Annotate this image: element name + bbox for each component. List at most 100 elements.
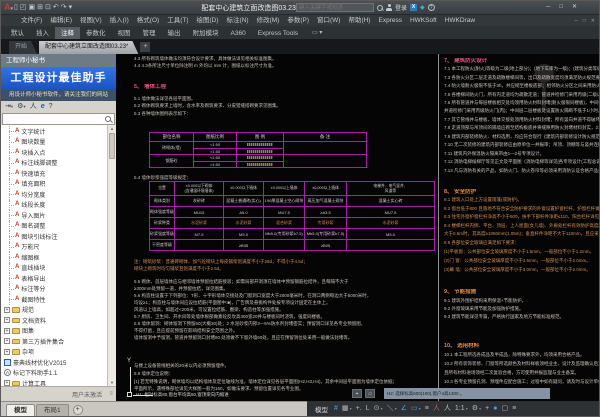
expand-icon[interactable]: + — [4, 349, 10, 355]
annotation-scale-icon[interactable]: 1:1 ▾ — [454, 402, 469, 415]
close-button[interactable]: ✕ — [572, 3, 577, 11]
expand-icon[interactable]: + — [4, 338, 10, 344]
ribbon-tab-1[interactable]: 插入 — [30, 27, 55, 39]
tree-item-15[interactable]: A标注等分 — [1, 284, 107, 295]
save-icon[interactable]: ▣ — [29, 3, 36, 12]
menu-item-6[interactable]: 绘图(D) — [193, 15, 223, 26]
ribbon-tab-9[interactable]: Express Tools — [252, 27, 304, 39]
tree-item-7[interactable]: A线段长度 — [1, 200, 107, 211]
tree-item-22[interactable]: 豪典线材优化V2015 — [1, 357, 107, 368]
tree-item-5[interactable]: A填充面积 — [1, 179, 107, 190]
ribbon-tab-0[interactable]: 默认 — [5, 27, 30, 39]
tree-scrollbar[interactable]: ▲ ▼ — [107, 125, 116, 386]
object-snap-icon[interactable]: ▭ ▾ — [410, 402, 422, 415]
login-icon[interactable]: ⇥▾ — [5, 102, 13, 112]
osnap-marker-icon[interactable]: ⌖ — [352, 389, 362, 398]
sidebar-search-icon[interactable] — [105, 116, 111, 122]
new-file-icon[interactable]: ▯ — [14, 3, 18, 12]
tree-item-0[interactable]: A文字统计 — [1, 126, 107, 137]
scroll-down-icon[interactable]: ▼ — [108, 380, 116, 385]
menu-item-2[interactable]: 视图(V) — [76, 15, 106, 26]
isodraft-icon[interactable]: ＼ ▾ — [386, 402, 398, 415]
tree-item-19[interactable]: +图集 — [1, 326, 107, 337]
ribbon-tab-6[interactable]: 输出 — [162, 27, 187, 39]
model-space-button[interactable]: 模型 — [315, 404, 328, 414]
ribbon-toggle-icon[interactable]: ▭ ▾ — [312, 28, 322, 39]
menu-item-12[interactable]: Express — [374, 15, 405, 26]
user-avatar-icon[interactable] — [386, 4, 392, 11]
ribbon-tab-3[interactable]: 参数化 — [80, 27, 112, 39]
sign-in-link[interactable]: 登录 — [395, 3, 407, 12]
expand-icon[interactable]: + — [4, 328, 10, 334]
menu-item-8[interactable]: 修改(M) — [253, 15, 284, 26]
tree-item-4[interactable]: A快速填充 — [1, 168, 107, 179]
browser-e-icon[interactable]: e — [41, 102, 45, 112]
expand-icon[interactable]: + — [4, 317, 10, 323]
tree-item-13[interactable]: A直线插块 — [1, 263, 107, 274]
ribbon-tab-8[interactable]: A360 — [225, 27, 252, 39]
menu-item-3[interactable]: 插入(I) — [106, 15, 133, 26]
clean-screen-icon[interactable]: ▢ — [500, 402, 509, 415]
annotation-monitor-icon[interactable]: + — [484, 402, 490, 415]
tree-item-18[interactable]: +文档资料 — [1, 315, 107, 326]
drawing-canvas[interactable]: 4.3 所有砌筑墙体做法均须符合设计要求，具体做法详见相关标准图集。4.4 4.… — [116, 54, 599, 401]
menu-item-0[interactable]: 文件(F) — [17, 15, 46, 26]
menu-item-1[interactable]: 编辑(E) — [46, 15, 76, 26]
command-suggestion-tooltip[interactable]: H2: 选择标高600(100),窗户4高1300 。 — [384, 388, 550, 399]
search-input[interactable] — [296, 3, 374, 12]
tree-item-16[interactable]: A截图特性 — [1, 294, 107, 305]
qat-dropdown-icon[interactable]: ▾ — [69, 3, 73, 12]
settings-icon[interactable]: ⚙▾ — [17, 102, 26, 112]
tree-item-1[interactable]: A图块数量 — [1, 137, 107, 148]
menu-item-4[interactable]: 格式(O) — [133, 15, 163, 26]
tree-item-14[interactable]: A表格导出 — [1, 273, 107, 284]
doc-minimize-button[interactable]: ─ — [574, 18, 578, 24]
object-snap-tracking-icon[interactable]: ∠ — [400, 402, 408, 415]
doc-close-button[interactable]: ✕ — [591, 18, 595, 24]
user-icon[interactable]: 人 — [30, 102, 37, 112]
app-logo-icon[interactable]: A▾ — [4, 2, 13, 14]
command-line-text[interactable]: H1: 相对标高80,窗台平均高50,窗顶梁向内缩进 — [136, 392, 229, 398]
layout-tab-0[interactable]: 模型 — [6, 404, 35, 416]
tree-item-2[interactable]: A块插入点 — [1, 147, 107, 158]
polar-tracking-icon[interactable]: ⊙ ▾ — [373, 402, 384, 415]
menu-item-13[interactable]: HWKSoft — [406, 15, 441, 26]
customize-menu-icon[interactable]: ≡ — [511, 402, 517, 415]
pickbox-icon[interactable]: ▱ — [365, 389, 375, 398]
layout-tab-1[interactable]: 布局1 — [36, 404, 69, 416]
tree-item-10[interactable]: A图块引线标注 — [1, 231, 107, 242]
scroll-up-icon[interactable]: ▲ — [108, 126, 116, 131]
new-drawing-tab-button[interactable]: + — [140, 42, 150, 52]
menu-item-5[interactable]: 工具(T) — [163, 15, 192, 26]
open-folder-icon[interactable]: ◰ — [20, 3, 27, 12]
menu-item-9[interactable]: 参数(P) — [283, 15, 313, 26]
expand-icon[interactable]: + — [4, 307, 10, 313]
tree-item-8[interactable]: A导入图片 — [1, 210, 107, 221]
tree-item-21[interactable]: +杂项 — [1, 347, 107, 358]
annotation-visibility-icon[interactable]: 人 — [432, 402, 441, 415]
ortho-icon[interactable]: L — [365, 402, 371, 415]
tree-item-3[interactable]: A标注线脚调整 — [1, 158, 107, 169]
search-icon[interactable] — [377, 5, 383, 11]
ribbon-tab-4[interactable]: 视图 — [112, 27, 137, 39]
tree-item-6[interactable]: A均分宽度 — [1, 189, 107, 200]
minimize-button[interactable]: ─ — [546, 3, 550, 11]
tree-item-17[interactable]: +规范 — [1, 305, 107, 316]
add-layout-button[interactable]: + — [73, 405, 83, 415]
workspace-gear-icon[interactable]: ⚙ ▾ — [471, 402, 482, 415]
doc-restore-button[interactable]: □ — [583, 18, 586, 24]
tree-item-9[interactable]: A图名调整 — [1, 221, 107, 232]
autoscale-icon[interactable]: 人 — [443, 402, 452, 415]
tree-item-24[interactable]: +计算工具 — [1, 378, 107, 386]
menu-item-14[interactable]: HWKDraw — [441, 15, 479, 26]
plot-icon[interactable]: ⊡ — [45, 3, 51, 12]
resize-grip-icon[interactable]: ≡ — [109, 391, 113, 397]
tree-item-23[interactable]: A标记下料助手1.1 — [1, 368, 107, 379]
file-tab-0[interactable]: 开始 — [9, 41, 37, 54]
scrollbar-thumb[interactable] — [109, 133, 115, 159]
file-tab-1[interactable]: 配套中心建筑立面改造图03.23* — [39, 41, 138, 54]
tree-item-20[interactable]: +第三方插件集合 — [1, 336, 107, 347]
tree-item-12[interactable]: A缩图框 — [1, 252, 107, 263]
ribbon-tab-5[interactable]: 管理 — [137, 27, 162, 39]
tree-item-11[interactable]: A万能尺 — [1, 242, 107, 253]
